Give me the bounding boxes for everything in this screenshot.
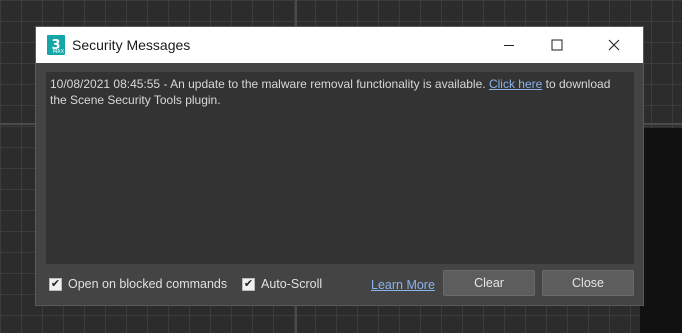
message-text: 10/08/2021 08:45:55 - An update to the m… (50, 77, 489, 91)
security-messages-dialog: 3 MAX Security Messages 10/08/2021 08:45… (35, 26, 644, 306)
close-icon (608, 39, 620, 51)
minimize-button[interactable] (486, 27, 532, 63)
3ds-max-icon: 3 MAX (47, 35, 65, 55)
open-on-blocked-label: Open on blocked commands (68, 277, 228, 291)
window-title: Security Messages (72, 37, 191, 53)
message-log[interactable]: 10/08/2021 08:45:55 - An update to the m… (46, 72, 634, 264)
maximize-icon (551, 39, 563, 51)
close-button[interactable]: Close (542, 270, 634, 296)
click-here-link[interactable]: Click here (489, 77, 542, 91)
auto-scroll-checkbox[interactable]: ✔ (242, 277, 255, 291)
title-bar[interactable]: 3 MAX Security Messages (36, 27, 643, 63)
app-icon-sublabel: MAX (52, 49, 64, 55)
viewport-dark-region (640, 128, 682, 333)
checkmark-icon: ✔ (243, 277, 254, 290)
maximize-button[interactable] (534, 27, 580, 63)
checkmark-icon: ✔ (50, 277, 61, 290)
minimize-icon (504, 45, 514, 46)
clear-button[interactable]: Clear (443, 270, 535, 296)
open-on-blocked-checkbox[interactable]: ✔ (49, 277, 62, 291)
auto-scroll-option[interactable]: ✔ Auto-Scroll (242, 277, 322, 291)
learn-more-link[interactable]: Learn More (371, 278, 435, 292)
close-window-button[interactable] (591, 27, 637, 63)
dialog-footer: ✔ Open on blocked commands ✔ Auto-Scroll… (36, 270, 643, 300)
open-on-blocked-option[interactable]: ✔ Open on blocked commands (49, 277, 227, 291)
auto-scroll-label: Auto-Scroll (261, 277, 323, 291)
